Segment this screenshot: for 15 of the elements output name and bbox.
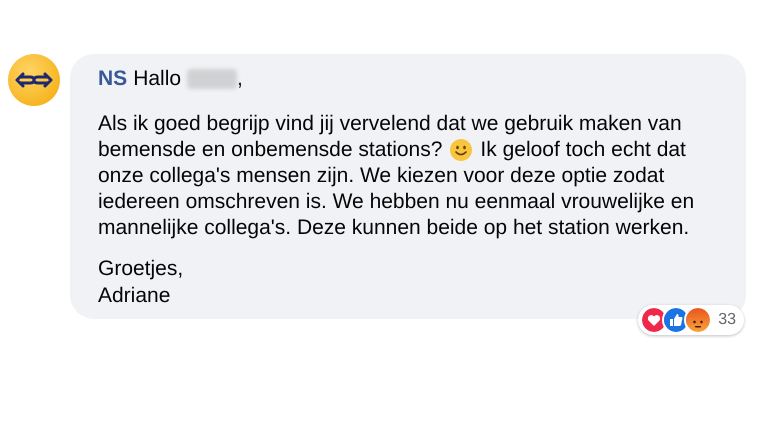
- logo-avatar[interactable]: [8, 54, 60, 106]
- message-text: iedereen omschreven is. We hebben nu eenmaal vrouwelijke en: [98, 189, 694, 215]
- comma-text: ,: [237, 66, 243, 91]
- author-link[interactable]: NS: [98, 66, 128, 91]
- message-text: bemensde en onbemensde stations?: [98, 137, 442, 163]
- greeting-text: Hallo: [133, 66, 182, 91]
- message-text: Als ik goed begrijp vind jij vervelend dat we gebruik maken van: [98, 111, 682, 137]
- smiley-icon: [450, 139, 472, 161]
- signoff-text: Groetjes,: [98, 256, 184, 282]
- message-text: Ik geloof toch echt dat: [480, 137, 686, 163]
- reaction-count: 33: [718, 310, 736, 330]
- message-text: onze collega's mensen zijn. We kiezen voor deze optie zodat: [98, 163, 664, 189]
- reactions-pill[interactable]: 33: [638, 305, 744, 335]
- message-text: mannelijke collega's. Deze kunnen beide op het station werken.: [98, 215, 690, 241]
- signoff-text: Adriane: [98, 283, 172, 309]
